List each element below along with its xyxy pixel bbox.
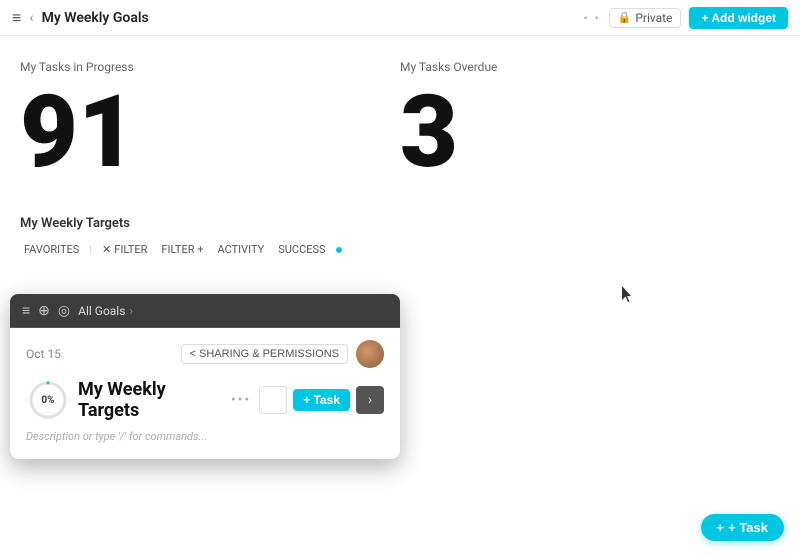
filter-bar: FAVORITES | ✕ FILTER FILTER + ACTIVITY S…: [20, 241, 780, 258]
popup-date: Oct 15: [26, 347, 61, 361]
popup-white-button[interactable]: [259, 386, 287, 414]
popup-target-icon[interactable]: ◎: [58, 303, 70, 319]
section-title: My Weekly Targets: [20, 216, 780, 231]
hamburger-icon[interactable]: ≡: [12, 8, 21, 28]
mouse-cursor: [622, 286, 634, 304]
private-label: Private: [635, 11, 672, 25]
bottom-task-label: + Task: [728, 520, 768, 535]
app-header: ≡ ‹ My Weekly Goals • • 🔒 Private + Add …: [0, 0, 800, 36]
tasks-overdue-label: My Tasks Overdue: [400, 60, 780, 74]
header-left: ≡ ‹ My Weekly Goals: [12, 8, 584, 28]
popup-sharing-button[interactable]: < SHARING & PERMISSIONS: [181, 344, 348, 364]
filter-option[interactable]: FILTER +: [157, 241, 207, 258]
success-label: SUCCESS: [278, 243, 325, 256]
filter-success[interactable]: SUCCESS: [274, 241, 329, 258]
popup-menu-icon[interactable]: ≡: [22, 302, 30, 319]
more-dots-icon: ›: [368, 392, 372, 408]
page-title: My Weekly Goals: [42, 10, 149, 26]
popup-progress-circle: 0%: [26, 378, 70, 422]
popup-nav: All Goals ›: [78, 304, 388, 318]
popup-nav-separator: ›: [129, 304, 133, 318]
header-dots: • •: [584, 11, 601, 25]
popup-title: My Weekly Targets: [78, 379, 223, 421]
private-badge[interactable]: 🔒 Private: [609, 8, 682, 28]
popup-content: Oct 15 < SHARING & PERMISSIONS 0%: [10, 328, 400, 459]
popup-nav-all-goals[interactable]: All Goals: [78, 304, 125, 318]
popup-progress-text: 0%: [41, 395, 54, 406]
activity-label: ACTIVITY: [217, 243, 264, 256]
popup-task-button[interactable]: + Task: [293, 389, 350, 411]
x-icon: ✕: [102, 243, 111, 256]
tasks-in-progress-widget: My Tasks in Progress 91: [20, 52, 400, 196]
filter-label: FILTER: [114, 243, 147, 256]
popup-description[interactable]: Description or type '/' for commands...: [26, 430, 384, 443]
popup-date-row: Oct 15 < SHARING & PERMISSIONS: [26, 340, 384, 368]
popup-title-row: 0% My Weekly Targets ••• + Task ›: [26, 378, 384, 422]
add-widget-button[interactable]: + Add widget: [689, 7, 788, 29]
filter-favorites[interactable]: FAVORITES: [20, 241, 83, 258]
popup-action-buttons: + Task ›: [259, 386, 384, 414]
popup-avatar: [356, 340, 384, 368]
widgets-row: My Tasks in Progress 91 My Tasks Overdue…: [20, 52, 780, 196]
plus-icon: +: [717, 520, 725, 535]
popup-more-button[interactable]: ›: [356, 386, 384, 414]
bottom-add-task-button[interactable]: + + Task: [701, 514, 784, 541]
popup-overlay: ≡ ⊕ ◎ All Goals › Oct 15 < SHARING & PER…: [10, 294, 400, 459]
lock-icon: 🔒: [618, 11, 632, 24]
tasks-in-progress-label: My Tasks in Progress: [20, 60, 400, 74]
tasks-in-progress-value: 91: [20, 78, 400, 188]
back-icon[interactable]: ‹: [29, 10, 33, 26]
favorites-label: FAVORITES: [24, 243, 79, 256]
main-content: My Tasks in Progress 91 My Tasks Overdue…: [0, 36, 800, 282]
avatar-image: [356, 340, 384, 368]
filter-activity[interactable]: ACTIVITY: [213, 241, 268, 258]
popup-header: ≡ ⊕ ◎ All Goals ›: [10, 294, 400, 328]
filter-x[interactable]: ✕ FILTER: [98, 241, 151, 258]
filter-dot-indicator: [336, 247, 342, 253]
popup-add-icon[interactable]: ⊕: [38, 303, 50, 319]
filter-option-label: FILTER +: [161, 243, 203, 256]
popup-title-more-icon[interactable]: •••: [231, 392, 251, 408]
header-right: • • 🔒 Private + Add widget: [584, 7, 788, 29]
separator-1: |: [89, 243, 92, 256]
tasks-overdue-widget: My Tasks Overdue 3: [400, 52, 780, 196]
tasks-overdue-value: 3: [400, 78, 780, 188]
